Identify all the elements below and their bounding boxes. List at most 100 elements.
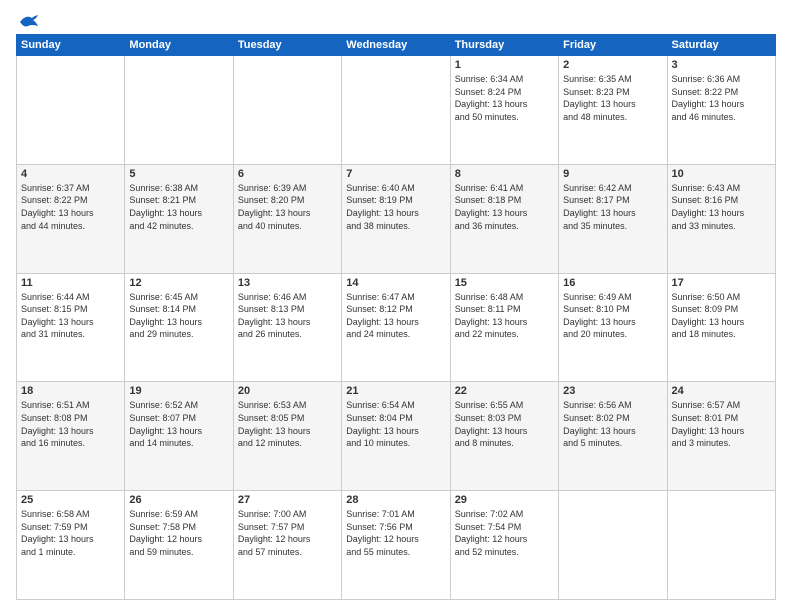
day-info: Sunrise: 6:43 AM Sunset: 8:16 PM Dayligh…	[672, 182, 771, 232]
day-info: Sunrise: 6:55 AM Sunset: 8:03 PM Dayligh…	[455, 399, 554, 449]
day-info: Sunrise: 6:38 AM Sunset: 8:21 PM Dayligh…	[129, 182, 228, 232]
calendar-cell: 28 Sunrise: 7:01 AM Sunset: 7:56 PM Dayli…	[342, 491, 450, 600]
day-info: Sunrise: 6:35 AM Sunset: 8:23 PM Dayligh…	[563, 73, 662, 123]
day-number: 2	[563, 59, 662, 71]
calendar-cell: 7 Sunrise: 6:40 AM Sunset: 8:19 PM Daylig…	[342, 164, 450, 273]
calendar-cell: 5 Sunrise: 6:38 AM Sunset: 8:21 PM Daylig…	[125, 164, 233, 273]
day-info: Sunrise: 6:36 AM Sunset: 8:22 PM Dayligh…	[672, 73, 771, 123]
day-number: 20	[238, 385, 337, 397]
weekday-header-wednesday: Wednesday	[342, 35, 450, 56]
day-info: Sunrise: 6:39 AM Sunset: 8:20 PM Dayligh…	[238, 182, 337, 232]
day-number: 14	[346, 277, 445, 289]
day-info: Sunrise: 6:45 AM Sunset: 8:14 PM Dayligh…	[129, 291, 228, 341]
calendar-cell: 3 Sunrise: 6:36 AM Sunset: 8:22 PM Daylig…	[667, 56, 775, 165]
calendar-cell: 19 Sunrise: 6:52 AM Sunset: 8:07 PM Dayli…	[125, 382, 233, 491]
day-info: Sunrise: 6:48 AM Sunset: 8:11 PM Dayligh…	[455, 291, 554, 341]
calendar-cell: 29 Sunrise: 7:02 AM Sunset: 7:54 PM Dayli…	[450, 491, 558, 600]
calendar-cell: 6 Sunrise: 6:39 AM Sunset: 8:20 PM Daylig…	[233, 164, 341, 273]
day-number: 22	[455, 385, 554, 397]
page: SundayMondayTuesdayWednesdayThursdayFrid…	[0, 0, 792, 612]
day-number: 7	[346, 168, 445, 180]
day-number: 17	[672, 277, 771, 289]
day-info: Sunrise: 6:34 AM Sunset: 8:24 PM Dayligh…	[455, 73, 554, 123]
day-info: Sunrise: 7:02 AM Sunset: 7:54 PM Dayligh…	[455, 508, 554, 558]
calendar-table: SundayMondayTuesdayWednesdayThursdayFrid…	[16, 34, 776, 600]
day-number: 15	[455, 277, 554, 289]
calendar-week-row: 4 Sunrise: 6:37 AM Sunset: 8:22 PM Daylig…	[17, 164, 776, 273]
header	[16, 12, 776, 28]
calendar-cell: 4 Sunrise: 6:37 AM Sunset: 8:22 PM Daylig…	[17, 164, 125, 273]
calendar-cell: 1Sunrise: 6:34 AM Sunset: 8:24 PM Daylig…	[450, 56, 558, 165]
weekday-header-tuesday: Tuesday	[233, 35, 341, 56]
calendar-cell: 12 Sunrise: 6:45 AM Sunset: 8:14 PM Dayli…	[125, 273, 233, 382]
day-number: 4	[21, 168, 120, 180]
day-info: Sunrise: 6:49 AM Sunset: 8:10 PM Dayligh…	[563, 291, 662, 341]
day-info: Sunrise: 7:00 AM Sunset: 7:57 PM Dayligh…	[238, 508, 337, 558]
day-number: 6	[238, 168, 337, 180]
calendar-cell	[125, 56, 233, 165]
calendar-cell: 21 Sunrise: 6:54 AM Sunset: 8:04 PM Dayli…	[342, 382, 450, 491]
calendar-cell: 11 Sunrise: 6:44 AM Sunset: 8:15 PM Dayli…	[17, 273, 125, 382]
weekday-header-saturday: Saturday	[667, 35, 775, 56]
calendar-header-row: SundayMondayTuesdayWednesdayThursdayFrid…	[17, 35, 776, 56]
weekday-header-friday: Friday	[559, 35, 667, 56]
calendar-cell: 13 Sunrise: 6:46 AM Sunset: 8:13 PM Dayli…	[233, 273, 341, 382]
day-number: 16	[563, 277, 662, 289]
calendar-cell: 23 Sunrise: 6:56 AM Sunset: 8:02 PM Dayli…	[559, 382, 667, 491]
calendar-cell	[17, 56, 125, 165]
logo	[16, 12, 40, 28]
calendar-week-row: 1Sunrise: 6:34 AM Sunset: 8:24 PM Daylig…	[17, 56, 776, 165]
calendar-week-row: 25 Sunrise: 6:58 AM Sunset: 7:59 PM Dayli…	[17, 491, 776, 600]
day-info: Sunrise: 7:01 AM Sunset: 7:56 PM Dayligh…	[346, 508, 445, 558]
day-info: Sunrise: 6:56 AM Sunset: 8:02 PM Dayligh…	[563, 399, 662, 449]
weekday-header-thursday: Thursday	[450, 35, 558, 56]
day-info: Sunrise: 6:37 AM Sunset: 8:22 PM Dayligh…	[21, 182, 120, 232]
calendar-cell: 20 Sunrise: 6:53 AM Sunset: 8:05 PM Dayli…	[233, 382, 341, 491]
calendar-cell	[233, 56, 341, 165]
weekday-header-sunday: Sunday	[17, 35, 125, 56]
day-number: 23	[563, 385, 662, 397]
day-info: Sunrise: 6:51 AM Sunset: 8:08 PM Dayligh…	[21, 399, 120, 449]
calendar-cell: 27 Sunrise: 7:00 AM Sunset: 7:57 PM Dayli…	[233, 491, 341, 600]
day-info: Sunrise: 6:47 AM Sunset: 8:12 PM Dayligh…	[346, 291, 445, 341]
day-number: 12	[129, 277, 228, 289]
day-number: 29	[455, 494, 554, 506]
day-info: Sunrise: 6:52 AM Sunset: 8:07 PM Dayligh…	[129, 399, 228, 449]
day-number: 3	[672, 59, 771, 71]
day-number: 26	[129, 494, 228, 506]
day-info: Sunrise: 6:40 AM Sunset: 8:19 PM Dayligh…	[346, 182, 445, 232]
calendar-cell: 24Sunrise: 6:57 AM Sunset: 8:01 PM Dayli…	[667, 382, 775, 491]
day-number: 18	[21, 385, 120, 397]
day-number: 13	[238, 277, 337, 289]
day-info: Sunrise: 6:54 AM Sunset: 8:04 PM Dayligh…	[346, 399, 445, 449]
day-info: Sunrise: 6:59 AM Sunset: 7:58 PM Dayligh…	[129, 508, 228, 558]
calendar-cell: 15 Sunrise: 6:48 AM Sunset: 8:11 PM Dayli…	[450, 273, 558, 382]
day-number: 5	[129, 168, 228, 180]
day-number: 11	[21, 277, 120, 289]
day-number: 27	[238, 494, 337, 506]
calendar-cell: 16 Sunrise: 6:49 AM Sunset: 8:10 PM Dayli…	[559, 273, 667, 382]
day-info: Sunrise: 6:50 AM Sunset: 8:09 PM Dayligh…	[672, 291, 771, 341]
calendar-cell: 2 Sunrise: 6:35 AM Sunset: 8:23 PM Daylig…	[559, 56, 667, 165]
day-number: 21	[346, 385, 445, 397]
calendar-cell: 18 Sunrise: 6:51 AM Sunset: 8:08 PM Dayli…	[17, 382, 125, 491]
day-info: Sunrise: 6:42 AM Sunset: 8:17 PM Dayligh…	[563, 182, 662, 232]
calendar-cell: 25 Sunrise: 6:58 AM Sunset: 7:59 PM Dayli…	[17, 491, 125, 600]
day-number: 9	[563, 168, 662, 180]
day-info: Sunrise: 6:41 AM Sunset: 8:18 PM Dayligh…	[455, 182, 554, 232]
day-info: Sunrise: 6:58 AM Sunset: 7:59 PM Dayligh…	[21, 508, 120, 558]
day-number: 10	[672, 168, 771, 180]
calendar-cell: 9 Sunrise: 6:42 AM Sunset: 8:17 PM Daylig…	[559, 164, 667, 273]
day-number: 28	[346, 494, 445, 506]
calendar-cell: 10 Sunrise: 6:43 AM Sunset: 8:16 PM Dayli…	[667, 164, 775, 273]
day-info: Sunrise: 6:46 AM Sunset: 8:13 PM Dayligh…	[238, 291, 337, 341]
day-number: 19	[129, 385, 228, 397]
logo-bird-icon	[18, 12, 40, 32]
day-info: Sunrise: 6:44 AM Sunset: 8:15 PM Dayligh…	[21, 291, 120, 341]
calendar-cell: 14 Sunrise: 6:47 AM Sunset: 8:12 PM Dayli…	[342, 273, 450, 382]
calendar-cell	[342, 56, 450, 165]
calendar-cell	[667, 491, 775, 600]
day-number: 24	[672, 385, 771, 397]
day-info: Sunrise: 6:53 AM Sunset: 8:05 PM Dayligh…	[238, 399, 337, 449]
day-number: 25	[21, 494, 120, 506]
